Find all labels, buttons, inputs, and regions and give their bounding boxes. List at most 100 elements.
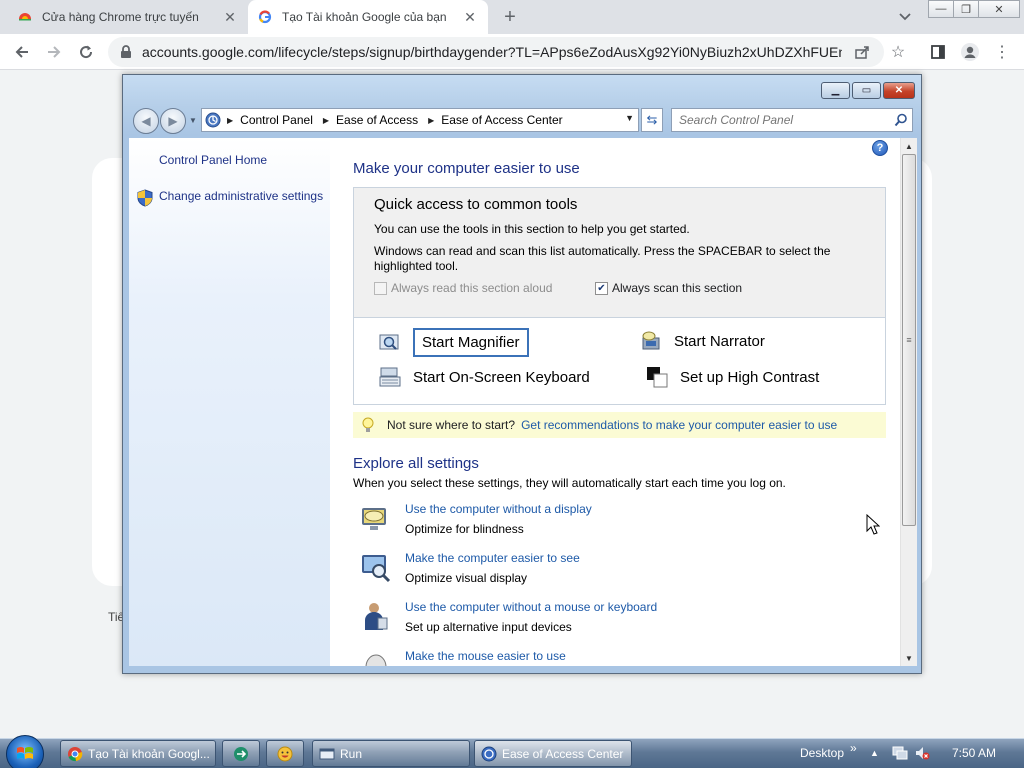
- bookmark-star-icon[interactable]: ☆: [886, 40, 910, 64]
- monitor-eye-icon: [360, 502, 392, 534]
- refresh-icon[interactable]: ⇆: [641, 108, 663, 132]
- high-contrast-icon: [646, 366, 668, 388]
- taskbar-item-label: Tạo Tài khoản Googl...: [88, 746, 210, 761]
- app-arrow-icon: [233, 746, 249, 762]
- minimize-icon[interactable]: ▁: [821, 82, 850, 99]
- high-contrast-label: Set up High Contrast: [680, 368, 820, 386]
- scan-section-label[interactable]: Always scan this section: [612, 281, 742, 295]
- browser-tab-strip: Cửa hàng Chrome trực tuyến ✕ Tạo Tài kho…: [0, 0, 1024, 34]
- quick-access-box: Quick access to common tools You can use…: [353, 187, 886, 405]
- show-hidden-icons-icon[interactable]: ▲: [870, 748, 879, 758]
- setting-link[interactable]: Use the computer without a mouse or keyb…: [405, 600, 657, 614]
- chrome-icon: [67, 746, 83, 762]
- start-button[interactable]: [6, 735, 44, 768]
- taskbar-item-app-green[interactable]: [222, 740, 260, 767]
- mouse-icon: [360, 649, 392, 666]
- recent-pages-chevron-icon[interactable]: ▼: [189, 116, 197, 125]
- main-content-pane: ? Make your computer easier to use Quick…: [330, 138, 900, 666]
- new-tab-icon[interactable]: +: [498, 5, 522, 29]
- windows-logo-icon: [17, 747, 33, 759]
- url-text[interactable]: accounts.google.com/lifecycle/steps/sign…: [142, 44, 842, 60]
- tip-text: Not sure where to start?: [387, 418, 516, 432]
- volume-muted-icon[interactable]: [914, 745, 930, 764]
- close-tab-icon[interactable]: ✕: [462, 9, 478, 25]
- scroll-thumb[interactable]: ≡: [902, 154, 916, 526]
- back-arrow-icon[interactable]: ◀: [133, 108, 159, 134]
- network-icon[interactable]: [892, 745, 908, 764]
- close-icon[interactable]: ✕: [883, 82, 915, 99]
- keyboard-icon: [379, 366, 401, 388]
- narrator-icon: [640, 330, 662, 352]
- taskbar-item-messenger[interactable]: [266, 740, 304, 767]
- light-bulb-icon: [361, 417, 375, 433]
- setting-link[interactable]: Make the computer easier to see: [405, 551, 580, 565]
- share-icon[interactable]: [853, 43, 871, 61]
- smiley-icon: [277, 746, 293, 762]
- address-dropdown-icon[interactable]: ▼: [625, 113, 634, 123]
- chrome-web-store-icon: [18, 10, 32, 24]
- taskbar-item-run[interactable]: Run: [312, 740, 470, 767]
- scroll-up-icon[interactable]: ▲: [901, 138, 917, 154]
- explore-settings-heading: Explore all settings: [353, 455, 479, 472]
- control-panel-home-link[interactable]: Control Panel Home: [159, 153, 267, 167]
- setting-link[interactable]: Make the mouse easier to use: [405, 649, 566, 663]
- tab-search-chevron-icon[interactable]: [896, 8, 914, 26]
- start-on-screen-keyboard-button[interactable]: Start On-Screen Keyboard: [379, 366, 590, 388]
- change-administrative-settings-link[interactable]: Change administrative settings: [159, 189, 323, 203]
- start-magnifier-button[interactable]: Start Magnifier: [379, 328, 529, 357]
- taskbar-item-chrome[interactable]: Tạo Tài khoản Googl...: [60, 740, 216, 767]
- scroll-down-icon[interactable]: ▼: [901, 650, 917, 666]
- forward-icon[interactable]: [42, 40, 66, 64]
- checkbox-box: [374, 281, 387, 295]
- search-control-panel[interactable]: [671, 108, 913, 132]
- menu-kebab-icon[interactable]: ⋮: [990, 40, 1014, 64]
- get-recommendations-link[interactable]: Get recommendations to make your compute…: [521, 418, 837, 432]
- recommendation-tip-bar: Not sure where to start? Get recommendat…: [353, 412, 886, 438]
- monitor-magnifier-icon: [360, 551, 392, 583]
- breadcrumb-ease-of-access[interactable]: ▶ Ease of Access: [323, 113, 418, 127]
- lock-icon[interactable]: [120, 45, 134, 59]
- setting-description: Optimize for blindness: [405, 522, 524, 536]
- start-narrator-button[interactable]: Start Narrator: [640, 330, 765, 352]
- search-icon[interactable]: [894, 113, 908, 127]
- vertical-scrollbar[interactable]: ▲ ≡ ▼: [900, 138, 917, 666]
- taskbar-item-label: Ease of Access Center: [502, 746, 624, 761]
- explorer-address-bar[interactable]: ▶ Control Panel ▶ Ease of Access ▶ Ease of …: [201, 108, 639, 132]
- help-icon[interactable]: ?: [872, 140, 888, 156]
- close-tab-icon[interactable]: ✕: [222, 9, 238, 25]
- desktop-toolbar-label[interactable]: Desktop: [800, 746, 844, 760]
- mouse-pointer-icon: [866, 514, 880, 535]
- setting-link[interactable]: Use the computer without a display: [405, 502, 592, 516]
- explore-settings-subtitle: When you select these settings, they wil…: [353, 476, 786, 490]
- back-icon[interactable]: [10, 40, 34, 64]
- toolbar-expand-chevron-icon[interactable]: »: [850, 741, 857, 755]
- clock[interactable]: 7:50 AM: [952, 746, 996, 760]
- search-input[interactable]: [672, 109, 882, 131]
- tab-google-signup[interactable]: Tạo Tài khoản Google của bạn ✕: [248, 0, 488, 34]
- scan-section-checkbox[interactable]: ✔ Always scan this section: [595, 281, 742, 295]
- magnifier-label: Start Magnifier: [413, 328, 529, 357]
- uac-shield-icon: [137, 189, 153, 207]
- minimize-icon[interactable]: —: [928, 0, 954, 18]
- close-window-icon[interactable]: ✕: [978, 0, 1020, 18]
- tab-chrome-web-store[interactable]: Cửa hàng Chrome trực tuyến ✕: [8, 0, 248, 34]
- profile-avatar-icon[interactable]: [958, 40, 982, 64]
- setting-description: Optimize visual display: [405, 571, 528, 585]
- reload-icon[interactable]: [74, 40, 98, 64]
- google-icon: [258, 10, 272, 24]
- breadcrumb-control-panel[interactable]: ▶ Control Panel: [227, 113, 313, 127]
- taskbar-item-label: Run: [340, 746, 363, 761]
- checkmark-icon[interactable]: ✔: [595, 281, 608, 295]
- restore-icon[interactable]: ❐: [953, 0, 979, 18]
- side-panel-icon[interactable]: [926, 40, 950, 64]
- taskbar-item-ease-of-access[interactable]: Ease of Access Center: [474, 740, 632, 767]
- maximize-icon[interactable]: ▭: [852, 82, 881, 99]
- left-navigation-pane: Control Panel Home Change administrative…: [129, 138, 330, 666]
- breadcrumb-ease-of-access-center[interactable]: ▶ Ease of Access Center: [428, 113, 563, 127]
- keyboard-label: Start On-Screen Keyboard: [413, 368, 590, 386]
- ease-of-access-icon: [481, 746, 497, 762]
- set-up-high-contrast-button[interactable]: Set up High Contrast: [646, 366, 819, 388]
- setting-without-mouse-keyboard: Use the computer without a mouse or keyb…: [360, 600, 880, 644]
- forward-arrow-icon[interactable]: ▶: [160, 108, 186, 134]
- address-bar[interactable]: accounts.google.com/lifecycle/steps/sign…: [108, 37, 884, 67]
